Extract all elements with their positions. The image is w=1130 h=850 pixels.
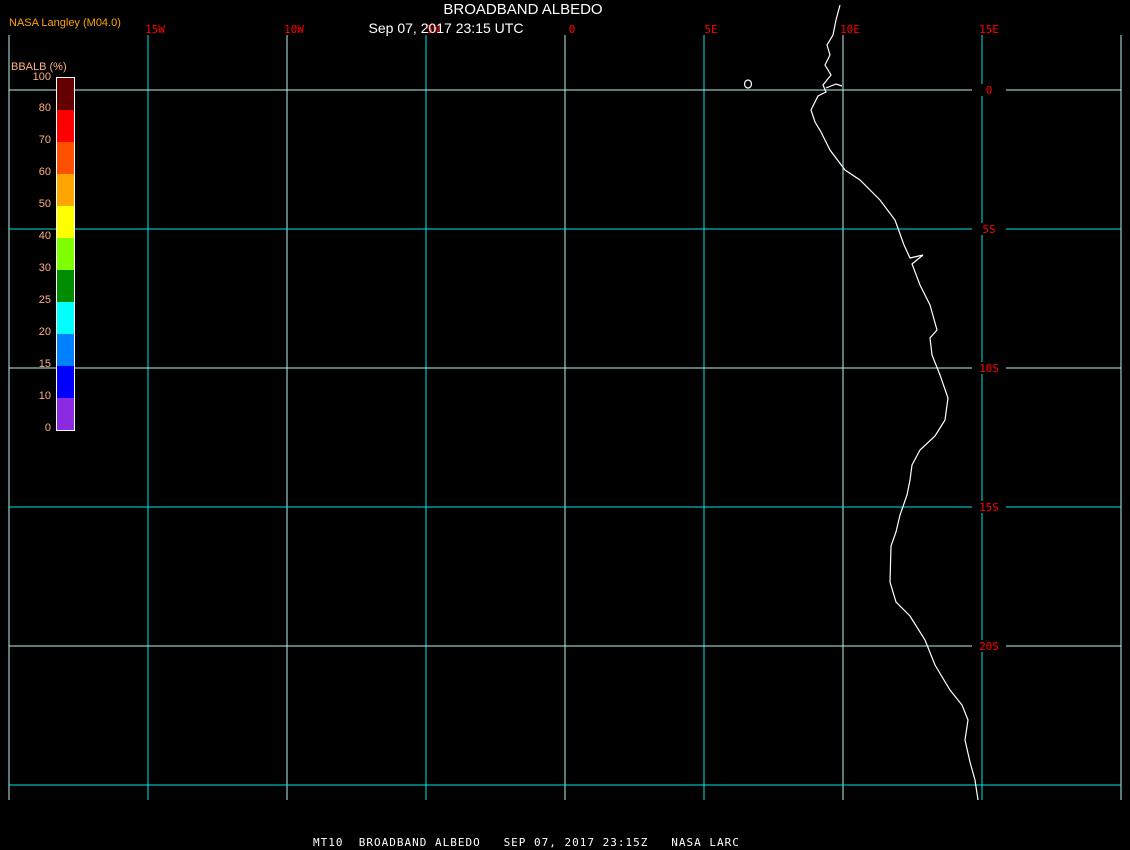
color-bar-segment [57,110,74,142]
color-bar-segment [57,334,74,366]
map-subtitle: Sep 07, 2017 23:15 UTC [368,20,524,36]
latitude-label: 0 [986,84,993,97]
legend-tick: 60 [38,166,51,178]
coastline-estuary [825,83,843,89]
color-bar-segment [57,78,74,110]
color-bar-segment [57,206,74,238]
coastline [810,4,979,801]
watermark: NASA Langley (M04.0) [9,17,121,29]
color-bar-segment [57,238,74,270]
color-bar-segment [57,398,74,430]
legend-tick: 100 [32,71,51,83]
legend-tick: 80 [38,102,51,114]
color-bar-segment [57,302,74,334]
legend-tick: 0 [44,422,51,434]
color-bar-segment [57,270,74,302]
legend-tick: 30 [38,262,51,274]
map-title: BROADBAND ALBEDO [443,1,603,18]
color-bar-segment [57,366,74,398]
legend-tick: 50 [38,198,51,210]
color-bar-segment [57,174,74,206]
bottom-caption: MT10 BROADBAND ALBEDO SEP 07, 2017 23:15… [313,836,740,849]
color-bar [56,77,75,431]
latitude-label: 5S [982,223,995,236]
color-bar-segment [57,142,74,174]
latitude-label: 10S [979,362,999,375]
island-outline [743,79,753,89]
legend-tick: 10 [38,390,51,402]
legend-tick: 25 [38,294,51,306]
map-canvas: 15W 10W 5W 0 5E 10E 15E05S10S15S20S [8,4,1122,801]
legend-tick: 20 [38,326,51,338]
legend-tick: 40 [38,230,51,242]
legend-tick: 15 [38,358,51,370]
legend-tick: 70 [38,134,51,146]
latitude-label: 15S [979,501,999,514]
latitude-label: 20S [979,640,999,653]
